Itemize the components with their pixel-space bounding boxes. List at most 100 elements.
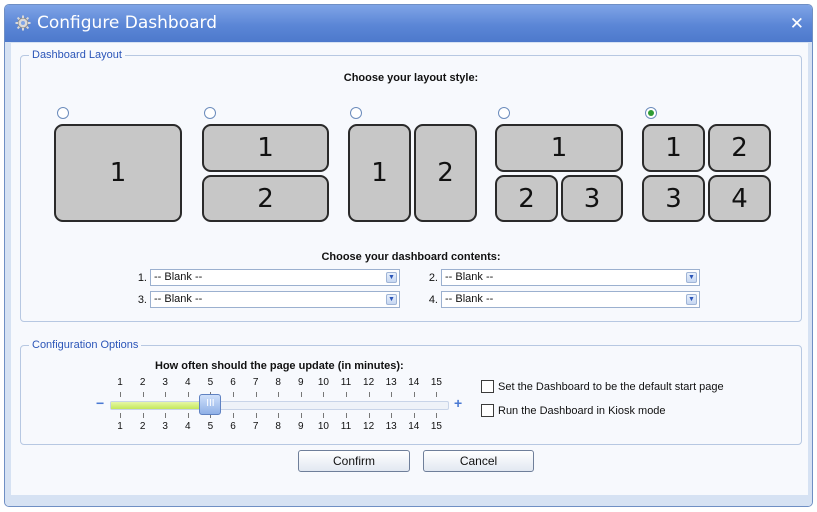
slider-tick-label: 12: [363, 377, 375, 388]
slider-tick-label: 2: [139, 421, 146, 432]
cancel-button[interactable]: Cancel: [423, 450, 534, 472]
dialog-title: Configure Dashboard: [37, 13, 218, 33]
slider-tick-label: 11: [340, 377, 352, 388]
slider-tick-mark: [323, 392, 325, 397]
layout-radio-grid-2x2[interactable]: [645, 107, 657, 119]
slider-tick-mark: [413, 413, 415, 418]
dashboard-layout-section: Dashboard Layout Choose your layout styl…: [20, 49, 802, 322]
slider-tick-label: 3: [162, 377, 168, 388]
kiosk-mode-checkbox[interactable]: [481, 404, 494, 417]
slot-select-2-value: -- Blank --: [445, 271, 494, 283]
slider-tick-mark: [436, 413, 438, 418]
slider-tick-mark: [323, 413, 325, 418]
layout-two-columns-cell-2[interactable]: 2: [414, 124, 477, 222]
layout-one-top-cell-1[interactable]: 1: [495, 124, 623, 172]
layout-radio-single[interactable]: [57, 107, 69, 119]
chevron-down-icon: ▼: [386, 294, 397, 305]
slider-tick-mark: [165, 392, 167, 397]
slot-select-3[interactable]: -- Blank -- ▼: [150, 291, 400, 308]
slider-tick-label: 14: [408, 421, 420, 432]
slider-tick-label: 7: [252, 421, 259, 432]
slot-label-1: 1.: [137, 272, 147, 284]
slider-tick-label: 4: [185, 421, 191, 432]
slot-select-4[interactable]: -- Blank -- ▼: [441, 291, 700, 308]
slider-tick-mark: [368, 392, 370, 397]
confirm-button[interactable]: Confirm: [298, 450, 410, 472]
slider-tick-mark: [346, 413, 347, 418]
slider-tick-mark: [233, 413, 234, 418]
slider-tick-mark: [391, 392, 393, 397]
slider-tick-label: 5: [207, 421, 214, 432]
slider-tick-label: 3: [162, 421, 168, 432]
default-start-page-checkbox[interactable]: [481, 380, 494, 393]
chevron-down-icon: ▼: [686, 294, 697, 305]
slider-tick-mark: [300, 413, 302, 418]
slider-tick-label: 9: [298, 377, 304, 388]
slider-tick-mark: [413, 392, 415, 397]
slider-tick-mark: [436, 392, 438, 397]
slider-tick-label: 1: [117, 377, 123, 388]
close-icon[interactable]: ✕: [790, 5, 804, 42]
slider-thumb[interactable]: III: [199, 394, 222, 415]
layout-one-top-cell-2[interactable]: 2: [495, 175, 558, 222]
slider-tick-label: 13: [385, 377, 397, 388]
layout-grid-cell-1[interactable]: 1: [642, 124, 705, 172]
dashboard-layout-legend: Dashboard Layout: [29, 49, 125, 61]
gear-icon: [15, 15, 31, 31]
layout-one-top-cell-3[interactable]: 3: [561, 175, 623, 222]
layout-single-cell-1[interactable]: 1: [54, 124, 182, 222]
slider-tick-label: 13: [385, 421, 397, 432]
slider-tick-mark: [255, 413, 257, 418]
slider-decrease-button[interactable]: −: [96, 395, 104, 411]
update-interval-title: How often should the page update (in min…: [155, 360, 404, 372]
chevron-down-icon: ▼: [386, 272, 397, 283]
chevron-down-icon: ▼: [686, 272, 697, 283]
layout-two-columns-cell-1[interactable]: 1: [348, 124, 411, 222]
slot-label-3: 3.: [137, 294, 147, 306]
default-start-page-label: Set the Dashboard to be the default star…: [498, 381, 724, 393]
slider-tick-label: 6: [230, 421, 236, 432]
slot-select-1[interactable]: -- Blank -- ▼: [150, 269, 400, 286]
slot-select-2[interactable]: -- Blank -- ▼: [441, 269, 700, 286]
slot-label-2: 2.: [428, 272, 438, 284]
slider-tick-mark: [165, 413, 167, 418]
layout-grid-cell-4[interactable]: 4: [708, 175, 771, 222]
slot-select-1-value: -- Blank --: [154, 271, 203, 283]
title-bar[interactable]: Configure Dashboard ✕: [5, 5, 812, 42]
slider-tick-label: 5: [207, 377, 214, 388]
slider-tick-label: 2: [139, 377, 146, 388]
slider-tick-mark: [346, 392, 347, 397]
slider-tick-mark: [120, 392, 121, 397]
slot-select-3-value: -- Blank --: [154, 293, 203, 305]
layout-radio-two-rows[interactable]: [204, 107, 216, 119]
update-interval-slider-track[interactable]: [110, 401, 449, 410]
slot-label-4: 4.: [428, 294, 438, 306]
slider-tick-label: 15: [430, 421, 442, 432]
dashboard-contents-prompt: Choose your dashboard contents:: [321, 251, 501, 263]
slider-tick-label: 10: [317, 421, 329, 432]
slider-tick-mark: [187, 392, 189, 397]
layout-two-rows-cell-1[interactable]: 1: [202, 124, 329, 172]
dialog-body: Dashboard Layout Choose your layout styl…: [11, 43, 808, 495]
slider-tick-mark: [368, 413, 370, 418]
slider-tick-label: 6: [230, 377, 236, 388]
slider-tick-mark: [142, 413, 144, 418]
layout-two-rows-cell-2[interactable]: 2: [202, 175, 329, 222]
slider-tick-label: 1: [117, 421, 123, 432]
slider-tick-mark: [278, 392, 280, 397]
slider-tick-label: 8: [275, 421, 281, 432]
layout-grid-cell-3[interactable]: 3: [642, 175, 705, 222]
slider-tick-mark: [120, 413, 121, 418]
slider-tick-label: 14: [408, 377, 420, 388]
slider-tick-mark: [391, 413, 393, 418]
slider-tick-mark: [233, 392, 234, 397]
layout-grid-cell-2[interactable]: 2: [708, 124, 771, 172]
kiosk-mode-label: Run the Dashboard in Kiosk mode: [498, 405, 666, 417]
layout-radio-two-columns[interactable]: [350, 107, 362, 119]
layout-style-prompt: Choose your layout style:: [343, 72, 479, 84]
slider-tick-mark: [142, 392, 144, 397]
slider-tick-label: 4: [185, 377, 191, 388]
layout-radio-one-top-two-bottom[interactable]: [498, 107, 510, 119]
slider-tick-label: 7: [252, 377, 259, 388]
slider-increase-button[interactable]: +: [454, 395, 462, 411]
